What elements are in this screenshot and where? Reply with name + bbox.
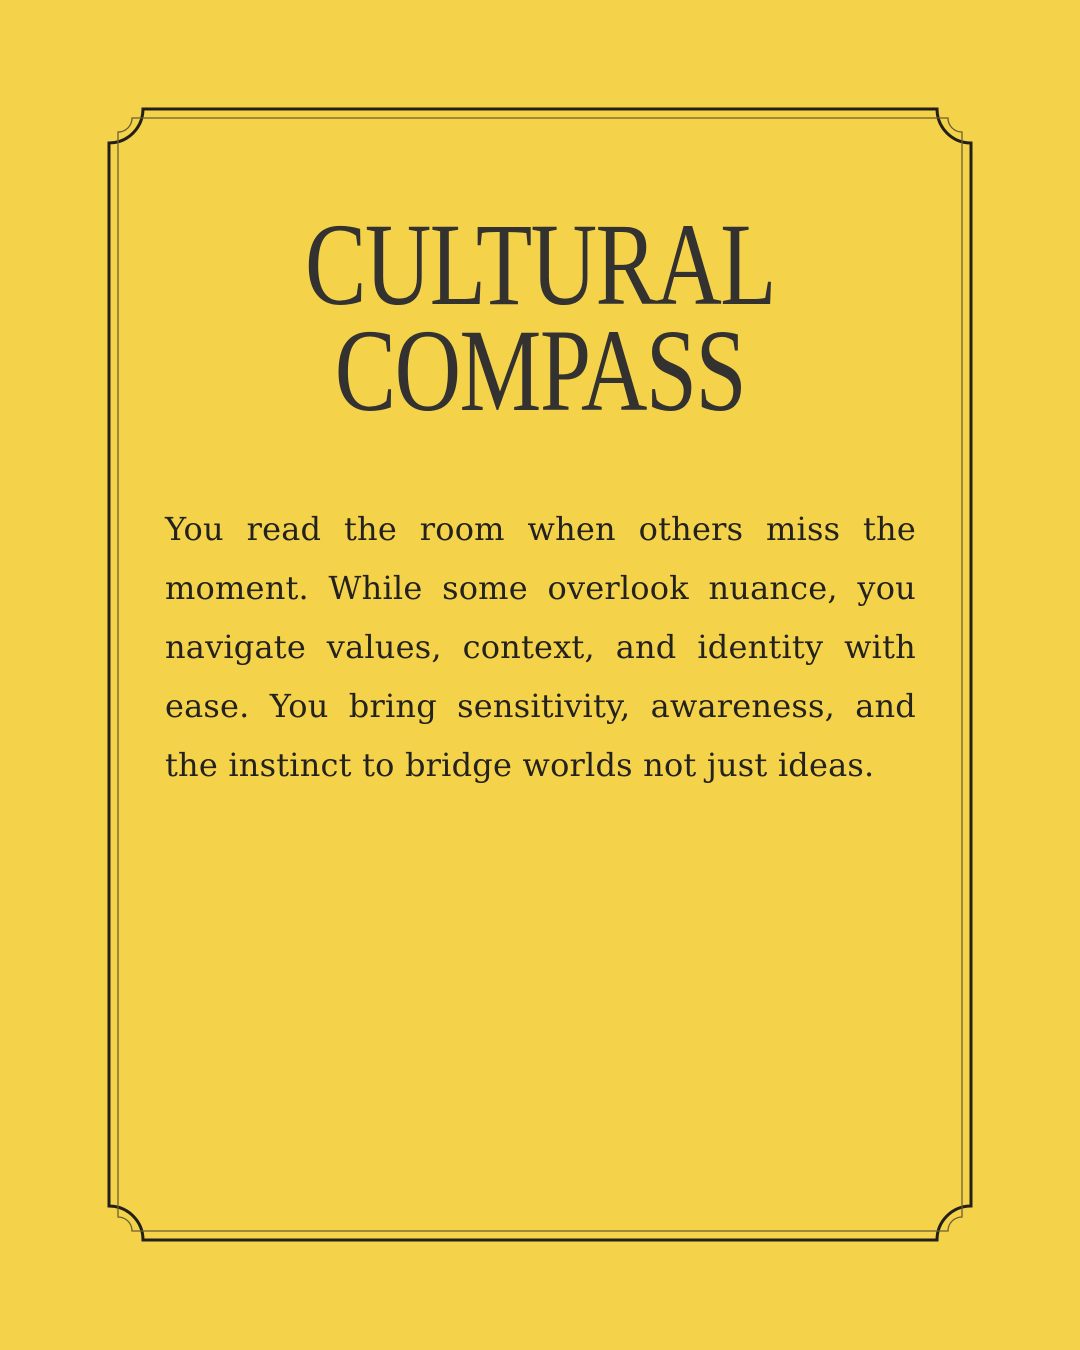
title-line-1: CULTURAL bbox=[305, 199, 776, 330]
page-title: CULTURAL COMPASS bbox=[0, 199, 1080, 436]
description-paragraph: You read the room when others miss the m… bbox=[165, 510, 916, 784]
title-line-2: COMPASS bbox=[334, 305, 747, 436]
